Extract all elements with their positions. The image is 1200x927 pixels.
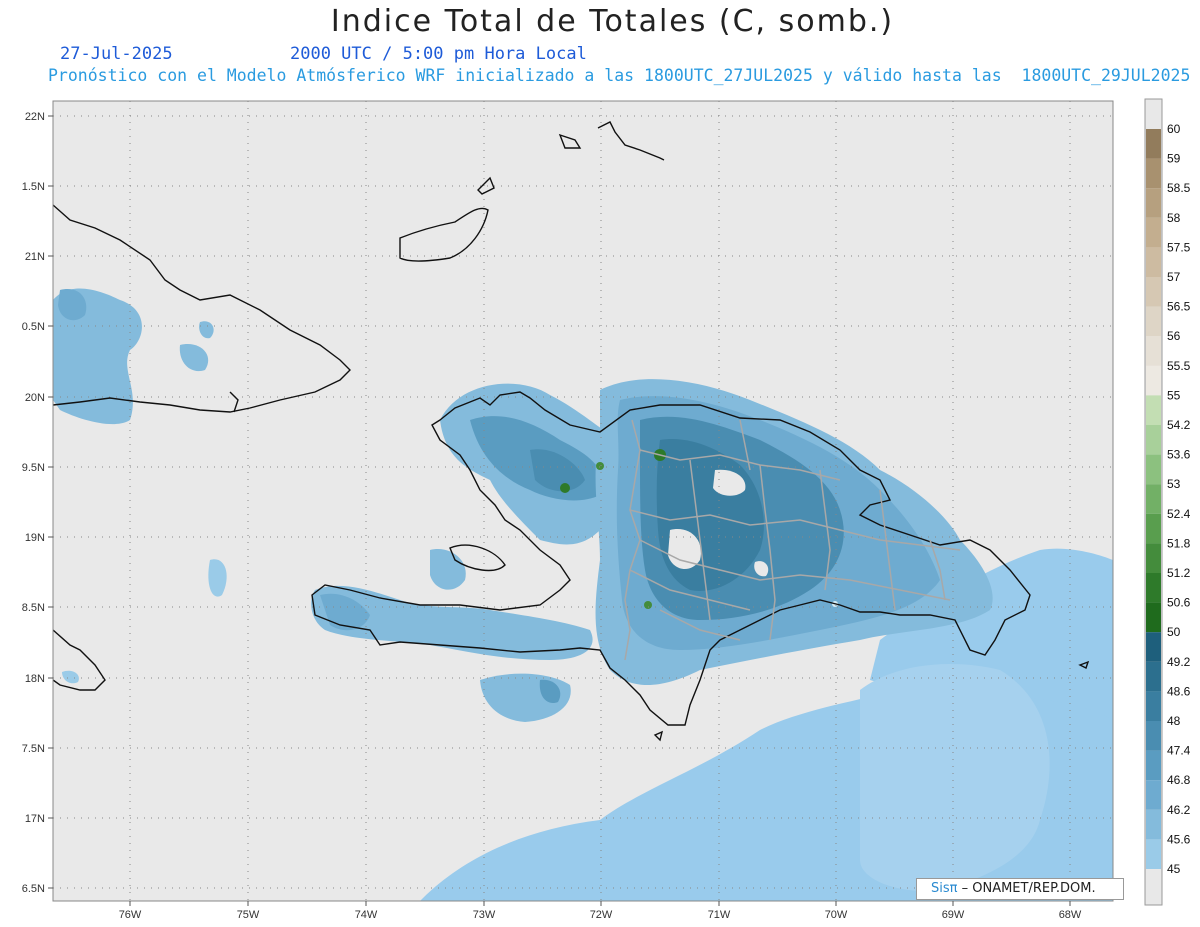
- lat-label: 9.5N: [22, 462, 45, 474]
- colorbar-label: 49.2: [1167, 655, 1191, 669]
- latitude-labels: 22N 1.5N 21N 0.5N 20N 9.5N 19N 8.5N 18N …: [22, 111, 45, 895]
- colorbar-swatch: [1146, 158, 1161, 189]
- lat-label: 1.5N: [22, 181, 45, 193]
- lon-label: 74W: [355, 909, 378, 921]
- credit-box: Sisπ – ONAMET/REP.DOM.: [916, 878, 1124, 900]
- colorbar-swatch: [1146, 573, 1161, 603]
- colorbar-swatch: [1146, 365, 1161, 396]
- colorbar-swatch: [1146, 306, 1161, 337]
- lon-label: 72W: [590, 909, 613, 921]
- sispi-logo: Sisπ: [931, 881, 958, 896]
- colorbar-label: 55: [1167, 388, 1181, 402]
- colorbar-label: 51.8: [1167, 536, 1191, 550]
- colorbar-label: 45: [1167, 862, 1181, 876]
- colorbar-label: 57: [1167, 270, 1181, 284]
- colorbar-swatch: [1146, 839, 1161, 869]
- colorbar-label: 58.5: [1167, 181, 1191, 195]
- colorbar-swatch: [1146, 543, 1161, 573]
- colorbar-label: 50: [1167, 625, 1181, 639]
- colorbar-swatch: [1146, 129, 1161, 159]
- colorbar-label: 52.4: [1167, 507, 1191, 521]
- colorbar-label: 56.5: [1167, 300, 1191, 314]
- colorbar-label: 58: [1167, 211, 1181, 225]
- colorbar-swatch: [1146, 217, 1161, 248]
- colorbar-swatch: [1146, 395, 1161, 425]
- lat-label: 0.5N: [22, 321, 45, 333]
- lat-label: 20N: [25, 392, 45, 404]
- credit-text: – ONAMET/REP.DOM.: [961, 881, 1096, 896]
- colorbar-swatch: [1146, 425, 1161, 455]
- lon-label: 70W: [825, 909, 848, 921]
- lat-label: 17N: [25, 813, 45, 825]
- colorbar-swatch: [1146, 247, 1161, 277]
- lat-label: 19N: [25, 532, 45, 544]
- colorbar-swatch: [1146, 277, 1161, 307]
- map-figure: 22N 1.5N 21N 0.5N 20N 9.5N 19N 8.5N 18N …: [22, 98, 1191, 921]
- lon-label: 75W: [237, 909, 260, 921]
- lon-label: 69W: [942, 909, 965, 921]
- lat-label: 8.5N: [22, 602, 45, 614]
- colorbar-label: 53.6: [1167, 448, 1191, 462]
- colorbar-label: 59: [1167, 152, 1181, 166]
- colorbar-label: 50.6: [1167, 596, 1191, 610]
- lat-label: 18N: [25, 673, 45, 685]
- colorbar-swatch: [1146, 780, 1161, 810]
- colorbar-label: 47.4: [1167, 744, 1191, 758]
- longitude-labels: 76W 75W 74W 73W 72W 71W 70W 69W 68W: [119, 909, 1082, 921]
- colorbar-swatch: [1146, 721, 1161, 751]
- colorbar-swatch: [1146, 632, 1161, 662]
- colorbar-swatch: [1146, 809, 1161, 840]
- colorbar-label: 48.6: [1167, 684, 1191, 698]
- colorbar-label: 46.8: [1167, 773, 1191, 787]
- colorbar-swatch: [1146, 691, 1161, 721]
- colorbar-swatch: [1146, 454, 1161, 485]
- colorbar-label: 48: [1167, 714, 1181, 728]
- lon-label: 71W: [708, 909, 731, 921]
- colorbar-labels: 60 59 58.5 58 57.5 57 56.5 56 55.5 55 54.2 53.6 53 52…: [1167, 122, 1191, 876]
- colorbar: 60 59 58.5 58 57.5 57 56.5 56 55.5 55 54.2 53.6 53 52…: [1144, 98, 1191, 906]
- colorbar-label: 60: [1167, 122, 1181, 136]
- lat-label: 7.5N: [22, 743, 45, 755]
- colorbar-label: 56: [1167, 329, 1181, 343]
- colorbar-swatch: [1146, 661, 1161, 692]
- lon-label: 76W: [119, 909, 142, 921]
- lat-label: 6.5N: [22, 883, 45, 895]
- lon-label: 73W: [473, 909, 496, 921]
- colorbar-swatch: [1146, 513, 1161, 544]
- colorbar-swatch: [1146, 484, 1161, 514]
- colorbar-swatches: [1146, 129, 1161, 869]
- colorbar-swatch: [1146, 602, 1161, 633]
- colorbar-label: 55.5: [1167, 359, 1191, 373]
- colorbar-label: 51.2: [1167, 566, 1191, 580]
- colorbar-label: 54.2: [1167, 418, 1191, 432]
- colorbar-swatch: [1146, 188, 1161, 218]
- lon-label: 68W: [1059, 909, 1082, 921]
- lat-label: 21N: [25, 251, 45, 263]
- colorbar-label: 53: [1167, 477, 1181, 491]
- colorbar-swatch: [1146, 750, 1161, 781]
- lat-label: 22N: [25, 111, 45, 123]
- colorbar-label: 57.5: [1167, 240, 1191, 254]
- colorbar-label: 45.6: [1167, 832, 1191, 846]
- colorbar-label: 46.2: [1167, 803, 1191, 817]
- colorbar-swatch: [1146, 336, 1161, 366]
